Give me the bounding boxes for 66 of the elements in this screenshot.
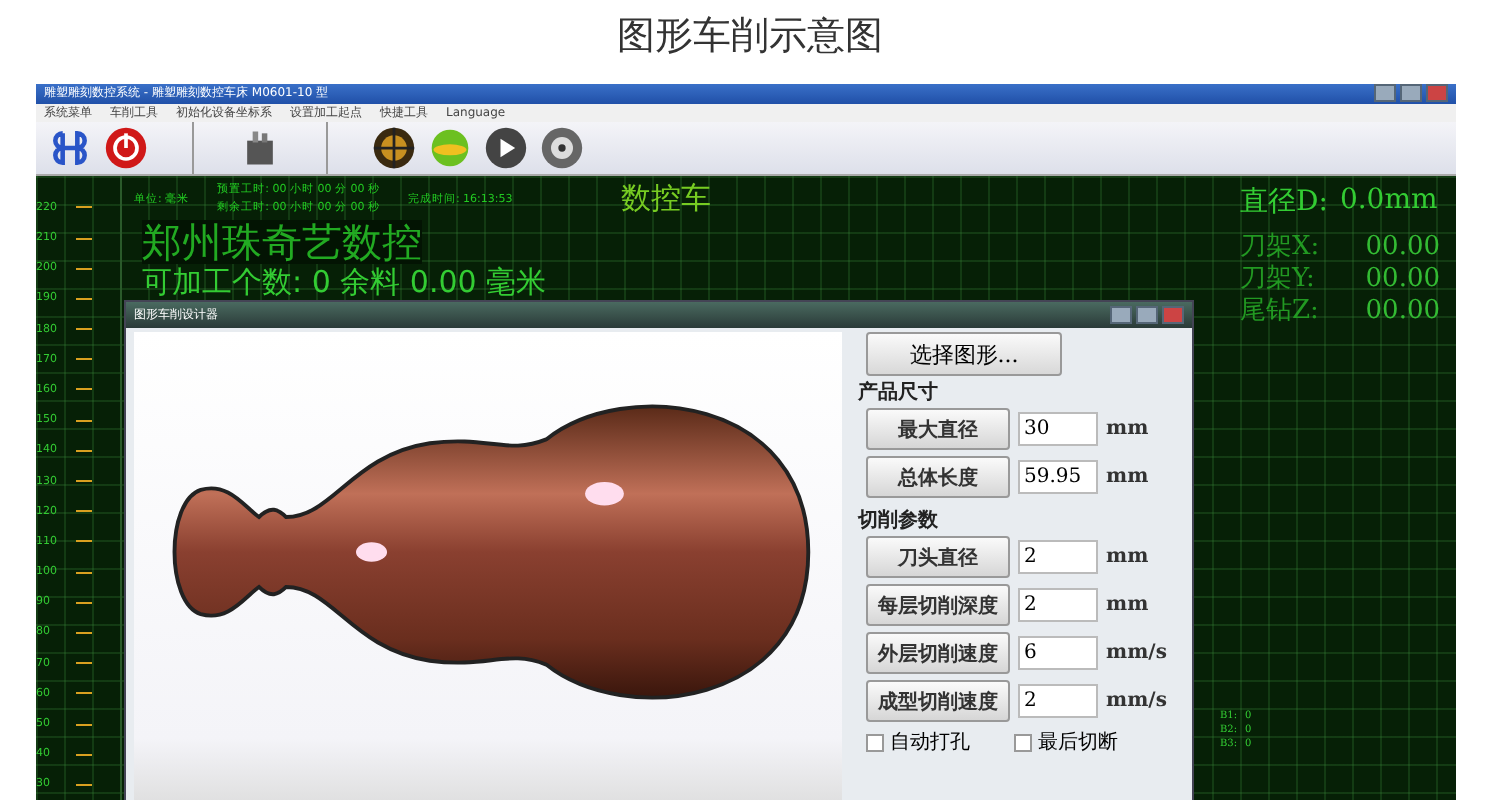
ruler-tick <box>76 692 92 695</box>
brand-text: 郑州珠奇艺数控 <box>142 220 422 265</box>
command-icon[interactable] <box>48 125 92 170</box>
ruler-tick <box>76 388 92 391</box>
parameter-button[interactable]: 成型切削速度 <box>866 680 1010 723</box>
ruler-tick <box>76 540 92 543</box>
value-field[interactable]: 2 <box>1018 684 1098 719</box>
ruler-tick <box>76 662 92 665</box>
axis-value: 00.00 <box>1365 296 1440 329</box>
parameter-button[interactable]: 最大直径 <box>866 408 1010 451</box>
ruler-tick <box>76 723 92 726</box>
ruler-tick <box>76 571 92 574</box>
ruler-tick <box>76 601 92 604</box>
play-icon[interactable] <box>484 125 528 170</box>
unit-label: mm <box>1106 418 1149 441</box>
heading: 数控车 <box>620 179 711 218</box>
ruler-tick <box>76 510 92 513</box>
ruler-tick <box>76 449 92 452</box>
ruler-tick <box>76 480 92 483</box>
ruler-tick <box>76 783 92 786</box>
dial-icon[interactable] <box>540 125 584 170</box>
ruler-tick <box>76 267 92 270</box>
value-field[interactable]: 2 <box>1018 588 1098 623</box>
axis-value: 00.00 <box>1365 232 1440 265</box>
maximize-button[interactable] <box>1136 306 1158 325</box>
value-field[interactable]: 30 <box>1018 412 1098 447</box>
axis-label: 尾钻Z: <box>1240 296 1319 329</box>
ruler-tick <box>76 206 92 209</box>
power-icon[interactable] <box>104 125 148 170</box>
ruler-tick <box>76 631 92 634</box>
option-label: 最后切断 <box>1038 729 1118 757</box>
parameter-button[interactable]: 总体长度 <box>866 456 1010 499</box>
axis-value: 00.00 <box>1365 264 1440 297</box>
axis-label: 刀架X: <box>1240 232 1320 264</box>
diameter-value: 0.0mm <box>1339 184 1438 221</box>
minimize-button[interactable] <box>1374 84 1396 103</box>
unit-label: mm/s <box>1106 690 1167 713</box>
section-title: 产品尺寸 <box>858 379 940 407</box>
ruler-tick <box>76 419 92 422</box>
unit-label: mm <box>1106 594 1149 617</box>
select-shape-button[interactable]: 选择图形... <box>866 332 1062 377</box>
unit-label: mm <box>1106 466 1149 489</box>
checkbox[interactable] <box>1014 733 1032 752</box>
diameter-label: 直径D: <box>1240 184 1328 223</box>
axis-label: 刀架Y: <box>1240 264 1315 297</box>
maximize-button[interactable] <box>1400 84 1422 103</box>
section-title: 切削参数 <box>858 507 940 535</box>
parameter-button[interactable]: 外层切削速度 <box>866 632 1010 675</box>
ruler-tick <box>76 328 92 331</box>
parameter-button[interactable]: 刀头直径 <box>866 536 1010 579</box>
count-text: 可加工个数: 0 余料 0.00 毫米 <box>142 264 549 301</box>
option-label: 自动打孔 <box>890 729 970 757</box>
parameter-button[interactable]: 每层切削深度 <box>866 584 1010 627</box>
unit-label: mm <box>1106 546 1149 569</box>
unit-label: mm/s <box>1106 642 1167 665</box>
value-field[interactable]: 59.95 <box>1018 460 1098 495</box>
ruler-tick <box>76 358 92 361</box>
ruler-tick <box>76 237 92 240</box>
value-field[interactable]: 2 <box>1018 540 1098 575</box>
minimize-button[interactable] <box>1110 306 1132 325</box>
page-title: 图形车削示意图 <box>617 12 883 62</box>
target-icon[interactable] <box>372 125 416 170</box>
checkbox[interactable] <box>866 733 884 752</box>
ruler-tick <box>76 753 92 756</box>
value-field[interactable]: 6 <box>1018 636 1098 671</box>
ruler-tick <box>76 297 92 300</box>
